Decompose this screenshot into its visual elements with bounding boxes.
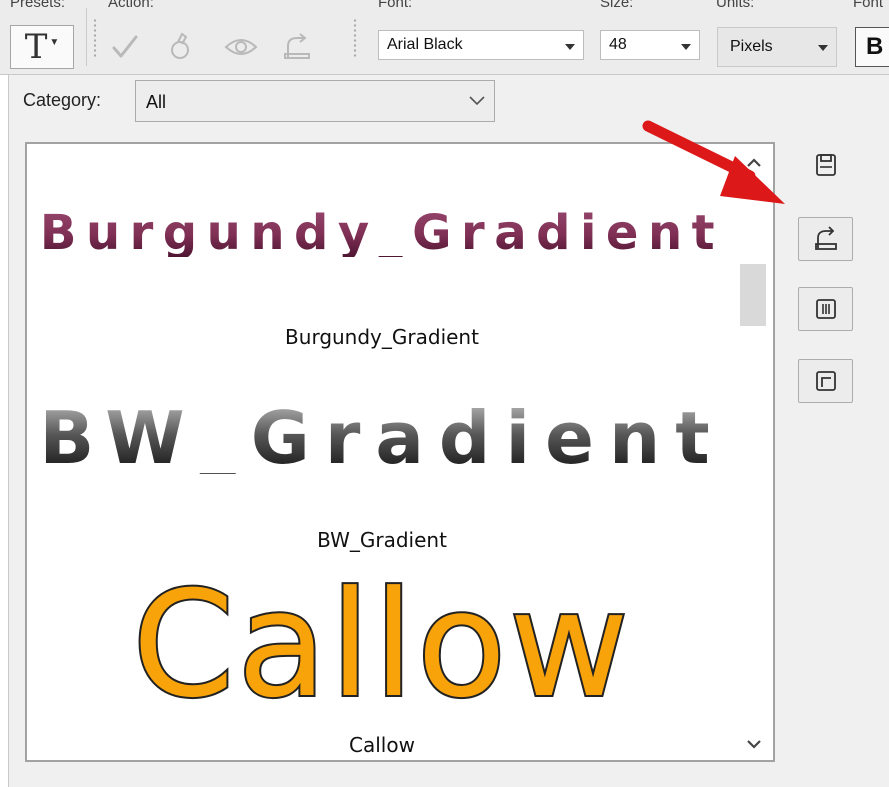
style-name-bw-gradient[interactable]: BW_Gradient — [27, 528, 737, 552]
style-preview-bw-gradient[interactable]: BW_Gradient — [27, 402, 737, 474]
eye-icon[interactable] — [224, 30, 258, 64]
style-list[interactable]: Burgundy_Gradient Burgundy_Gradient BW_G… — [25, 142, 775, 762]
category-select[interactable]: All — [135, 80, 495, 122]
rename-icon — [815, 299, 836, 319]
load-icon — [814, 226, 837, 250]
grip-handle[interactable] — [92, 18, 98, 58]
grip-handle[interactable] — [352, 18, 358, 58]
font-select[interactable]: Arial Black — [378, 30, 584, 60]
style-name-callow[interactable]: Callow — [27, 733, 737, 757]
options-toolbar: Presets: Action: Font: Size: Units: Font… — [0, 0, 889, 75]
presets-label: Presets: — [10, 0, 66, 11]
separator — [86, 8, 87, 66]
bold-button[interactable]: B — [855, 27, 889, 67]
commit-check-icon[interactable] — [108, 30, 142, 64]
load-style-button[interactable] — [798, 217, 853, 261]
chevron-down-icon: ▼ — [49, 36, 60, 48]
chevron-down-icon — [469, 96, 485, 106]
bold-label: B — [866, 33, 884, 60]
units-select[interactable]: Pixels — [717, 27, 837, 67]
scrollbar-thumb[interactable] — [740, 264, 766, 326]
style-load-icon[interactable] — [280, 30, 314, 64]
rename-style-button[interactable] — [798, 287, 853, 331]
chevron-down-icon — [681, 44, 691, 50]
size-value: 48 — [609, 36, 627, 53]
text-tool-icon: T — [24, 27, 48, 67]
units-value: Pixels — [730, 38, 773, 55]
category-value: All — [146, 92, 167, 112]
replace-style-button[interactable] — [798, 359, 853, 403]
format-label: Font — [853, 0, 884, 11]
action-brush-icon[interactable] — [164, 30, 198, 64]
action-label: Action: — [108, 0, 154, 11]
style-preview-burgundy-gradient[interactable]: Burgundy_Gradient — [27, 209, 737, 257]
replace-icon — [815, 371, 836, 391]
panel-edge — [0, 75, 9, 787]
annotation-arrow-icon — [642, 120, 785, 204]
units-label: Units: — [716, 0, 755, 11]
style-preview-callow[interactable]: Callow — [27, 570, 737, 720]
size-select[interactable]: 48 — [600, 30, 700, 60]
text-preset-button[interactable]: T ▼ — [10, 25, 74, 69]
category-label: Category: — [23, 90, 102, 110]
chevron-down-icon — [565, 44, 575, 50]
style-name-burgundy-gradient[interactable]: Burgundy_Gradient — [27, 325, 737, 349]
scroll-down-icon[interactable] — [739, 729, 769, 759]
chevron-down-icon — [818, 45, 828, 51]
size-label: Size: — [600, 0, 634, 11]
font-label: Font: — [378, 0, 413, 11]
font-value: Arial Black — [387, 36, 463, 53]
